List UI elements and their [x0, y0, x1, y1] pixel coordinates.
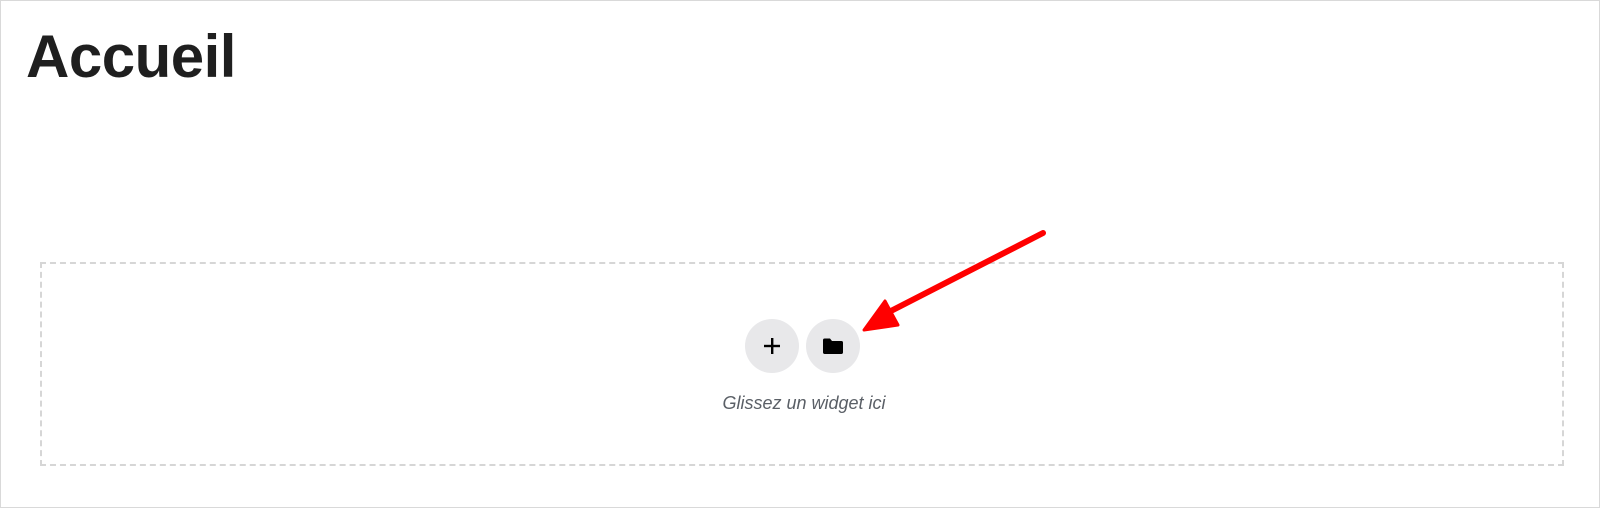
plus-icon — [762, 336, 782, 356]
open-folder-button[interactable] — [806, 319, 860, 373]
page-title: Accueil — [26, 23, 236, 90]
drop-zone-actions — [745, 319, 860, 373]
drop-hint-text: Glissez un widget ici — [722, 393, 886, 413]
folder-icon — [822, 337, 844, 355]
add-widget-button[interactable] — [745, 319, 799, 373]
